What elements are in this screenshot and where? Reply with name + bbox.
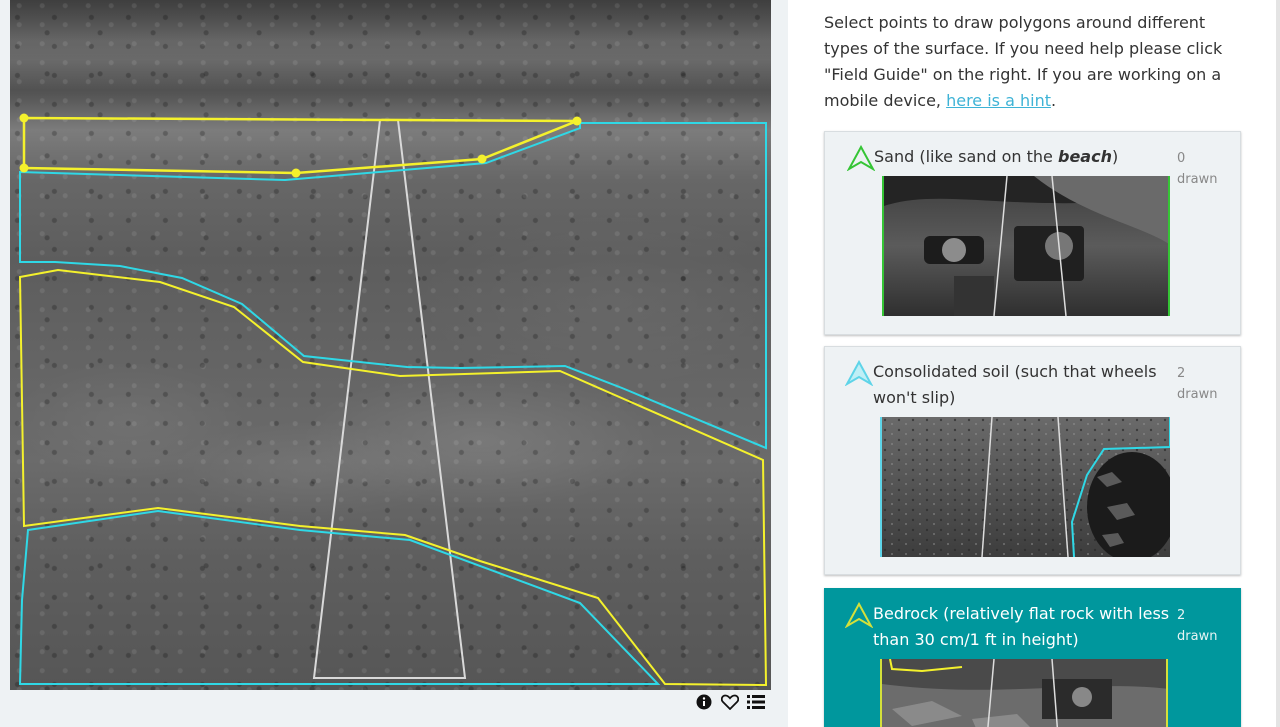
tool-choice-label: Bedrock (relatively flat rock with less … bbox=[873, 604, 1170, 649]
drawn-count: 2 drawn bbox=[1177, 608, 1218, 644]
vertex-handle[interactable] bbox=[477, 154, 487, 164]
example-image-soil bbox=[880, 417, 1170, 557]
tool-choice-bedrock[interactable]: Bedrock (relatively flat rock with less … bbox=[824, 588, 1241, 727]
tool-choice-label: Sand (like sand on the beach) bbox=[874, 147, 1119, 166]
vertex-handle[interactable] bbox=[291, 168, 301, 178]
vertex-handle[interactable] bbox=[19, 163, 29, 173]
subject-viewer bbox=[0, 0, 788, 727]
subject-toolbar bbox=[694, 692, 766, 712]
info-icon[interactable] bbox=[694, 692, 714, 712]
rover-path-guide bbox=[312, 119, 467, 679]
panel-scrollbar[interactable] bbox=[1276, 0, 1280, 727]
polygon-bedrock-active[interactable] bbox=[22, 116, 578, 175]
tool-choice-label: Consolidated soil (such that wheels won'… bbox=[873, 362, 1157, 407]
polygon-consolidated-soil-1[interactable] bbox=[19, 122, 767, 450]
example-image-sand bbox=[882, 176, 1170, 316]
drawn-count: 0 drawn bbox=[1177, 151, 1218, 187]
drawn-count: 2 drawn bbox=[1177, 366, 1218, 402]
triangle-tool-icon bbox=[845, 360, 873, 386]
vertex-handle[interactable] bbox=[19, 113, 29, 123]
task-instructions: Select points to draw polygons around di… bbox=[824, 10, 1228, 114]
heart-icon[interactable] bbox=[720, 692, 740, 712]
triangle-tool-icon bbox=[847, 145, 875, 171]
mars-surface-image[interactable] bbox=[10, 0, 771, 690]
hint-link[interactable]: here is a hint bbox=[946, 91, 1051, 110]
triangle-tool-icon bbox=[845, 602, 873, 628]
tool-choice-sand[interactable]: Sand (like sand on the beach) 0 drawn bbox=[824, 131, 1241, 335]
task-panel: Select points to draw polygons around di… bbox=[788, 0, 1276, 727]
polygon-consolidated-soil-2[interactable] bbox=[18, 509, 661, 685]
vertex-handle[interactable] bbox=[572, 116, 582, 126]
tool-choice-consolidated-soil[interactable]: Consolidated soil (such that wheels won'… bbox=[824, 346, 1241, 575]
polygon-bedrock-1[interactable] bbox=[18, 268, 768, 687]
list-icon[interactable] bbox=[746, 692, 766, 712]
example-image-bedrock bbox=[880, 659, 1168, 727]
instructions-trailing: . bbox=[1051, 91, 1057, 110]
drawing-canvas[interactable] bbox=[10, 0, 771, 690]
